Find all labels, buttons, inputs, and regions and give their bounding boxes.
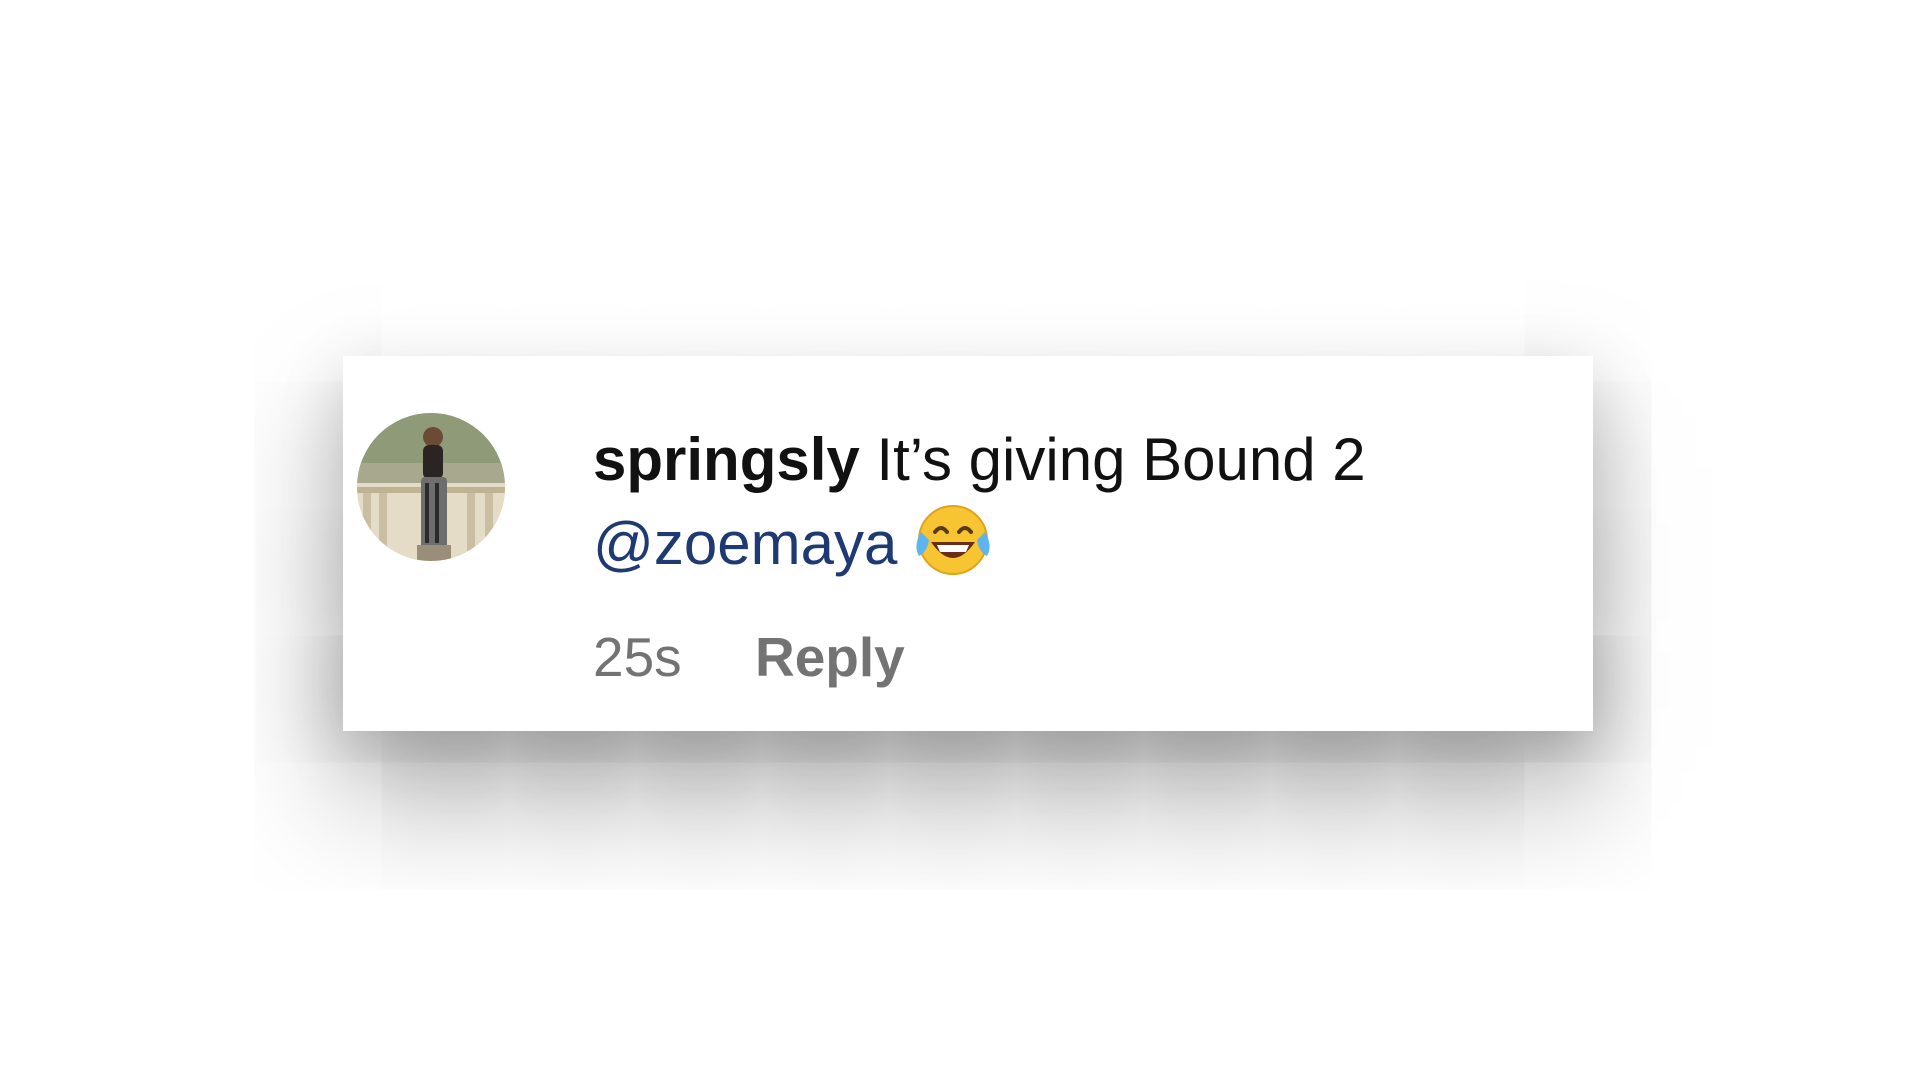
profile-photo-icon [357, 413, 505, 561]
comment-text: It’s giving Bound 2 [876, 426, 1366, 493]
avatar[interactable] [357, 413, 505, 561]
mention-link[interactable]: @zoemaya [593, 510, 897, 577]
comment-meta: 25s Reply [593, 622, 1533, 692]
comment-timestamp: 25s [593, 626, 682, 688]
comment-card: springsly It’s giving Bound 2 @zoemaya 2… [343, 356, 1593, 731]
comment-username[interactable]: springsly [593, 426, 860, 493]
comment-text-line: springsly It’s giving Bound 2 [593, 418, 1533, 502]
comment-body: springsly It’s giving Bound 2 @zoemaya 2… [593, 418, 1533, 692]
reply-button[interactable]: Reply [755, 626, 905, 688]
face-with-tears-of-joy-icon [916, 505, 990, 575]
comment-mention-line: @zoemaya [593, 502, 1533, 586]
